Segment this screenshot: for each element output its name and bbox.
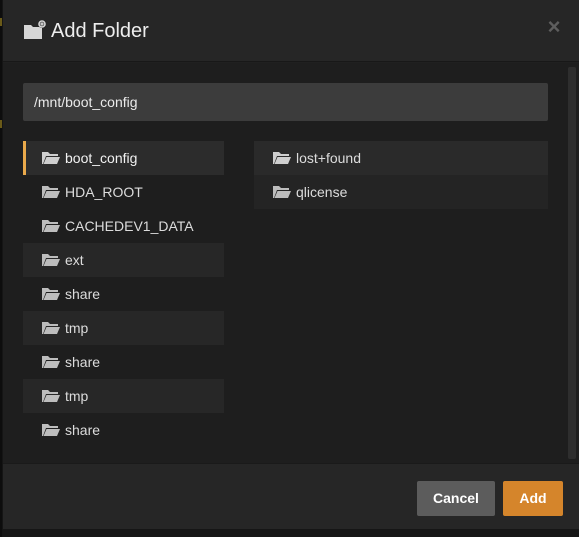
folder-open-icon — [42, 322, 60, 334]
dialog-footer: Cancel Add — [3, 463, 579, 529]
folder-label: CACHEDEV1_DATA — [65, 218, 194, 234]
folder-open-icon — [42, 424, 60, 436]
add-button[interactable]: Add — [503, 481, 563, 516]
folder-item[interactable]: HDA_ROOT — [23, 175, 224, 209]
folder-open-icon — [273, 152, 291, 164]
folder-open-icon — [42, 254, 60, 266]
folder-label: share — [65, 354, 101, 370]
folder-item[interactable]: lost+found — [254, 141, 548, 175]
folder-open-icon — [273, 186, 291, 198]
folder-label: qlicense — [296, 184, 348, 200]
folder-item[interactable]: ext — [23, 243, 224, 277]
folder-item[interactable]: CACHEDEV1_DATA — [23, 209, 224, 243]
add-folder-dialog: Add Folder × /mnt/boot_config boot_confi… — [2, 0, 579, 537]
folder-open-icon — [42, 390, 60, 402]
cancel-button[interactable]: Cancel — [417, 481, 495, 516]
folder-label: tmp — [65, 320, 89, 336]
path-input[interactable]: /mnt/boot_config — [23, 83, 548, 121]
folder-label: boot_config — [65, 150, 138, 166]
dialog-body: /mnt/boot_config boot_config HDA_ROOT CA… — [3, 63, 579, 463]
close-icon[interactable]: × — [544, 15, 564, 39]
folder-add-icon — [24, 20, 46, 39]
folder-open-icon — [42, 186, 60, 198]
folder-open-icon — [42, 356, 60, 368]
folder-list-right: lost+found qlicense — [254, 141, 548, 209]
folder-label: share — [65, 422, 101, 438]
folder-item[interactable]: qlicense — [254, 175, 548, 209]
folder-label: ext — [65, 252, 84, 268]
folder-label: tmp — [65, 388, 89, 404]
folder-item[interactable]: boot_config — [23, 141, 224, 175]
folder-list-left: boot_config HDA_ROOT CACHEDEV1_DATA ext … — [23, 141, 224, 447]
folder-label: lost+found — [296, 150, 361, 166]
dialog-header: Add Folder × — [3, 0, 579, 62]
folder-item[interactable]: tmp — [23, 379, 224, 413]
dialog-title: Add Folder — [51, 20, 149, 42]
folder-item[interactable]: tmp — [23, 311, 224, 345]
folder-item[interactable]: share — [23, 413, 224, 447]
scrollbar[interactable] — [568, 67, 576, 459]
folder-label: HDA_ROOT — [65, 184, 143, 200]
folder-open-icon — [42, 288, 60, 300]
scrollbar-thumb[interactable] — [568, 67, 576, 459]
folder-label: share — [65, 286, 101, 302]
folder-item[interactable]: share — [23, 277, 224, 311]
dialog-bottom-edge — [3, 529, 579, 537]
folder-open-icon — [42, 152, 60, 164]
folder-item[interactable]: share — [23, 345, 224, 379]
folder-open-icon — [42, 220, 60, 232]
